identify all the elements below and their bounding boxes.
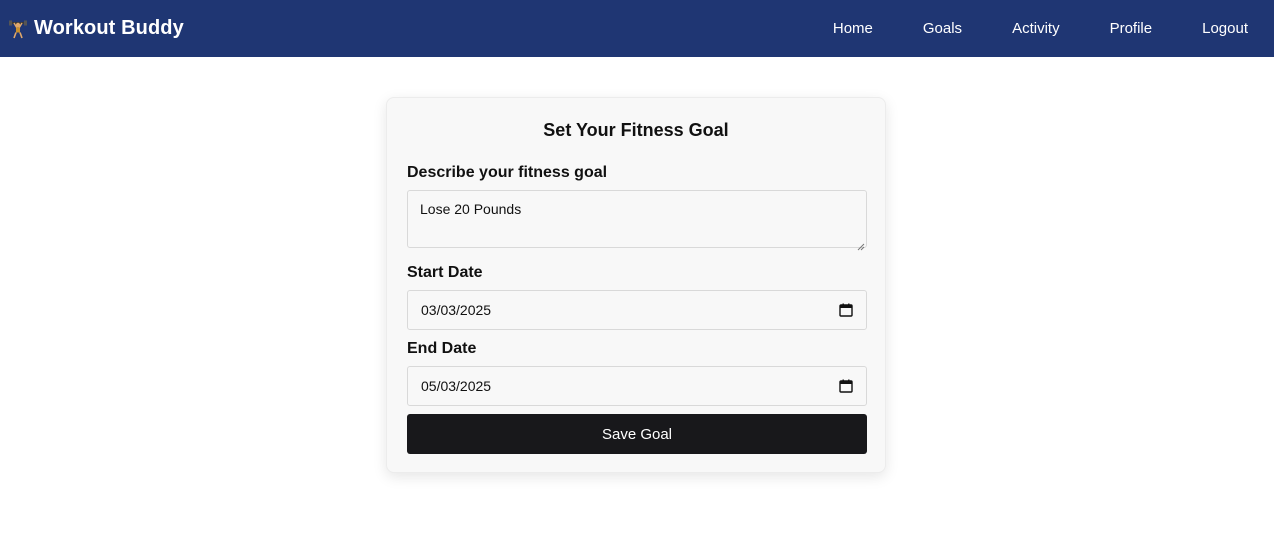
end-date-label: End Date [407, 340, 477, 357]
save-goal-button[interactable]: Save Goal [407, 414, 867, 454]
weightlifter-icon [8, 19, 28, 39]
nav-home[interactable]: Home [833, 0, 873, 57]
resize-handle-icon[interactable] [857, 238, 865, 251]
calendar-icon[interactable] [839, 379, 853, 393]
form-title: Set Your Fitness Goal [543, 120, 729, 140]
start-date-input[interactable]: 03/03/2025 [407, 290, 867, 330]
start-date-label: Start Date [407, 264, 483, 281]
nav-profile[interactable]: Profile [1110, 0, 1153, 57]
goal-description-textarea[interactable]: Lose 20 Pounds [407, 190, 867, 251]
nav-activity[interactable]: Activity [1012, 0, 1060, 57]
top-navbar: Workout Buddy Home Goals Activity Profil… [0, 0, 1274, 57]
end-date-input[interactable]: 05/03/2025 [407, 366, 867, 406]
brand-name: Workout Buddy [34, 17, 184, 39]
nav-goals[interactable]: Goals [923, 0, 962, 57]
calendar-icon[interactable] [839, 303, 853, 317]
start-date-value: 03/03/2025 [421, 302, 492, 318]
nav-links: Home Goals Activity Profile Logout [833, 0, 1248, 57]
goal-form-card: Set Your Fitness Goal Describe your fitn… [386, 97, 886, 473]
nav-logout[interactable]: Logout [1202, 0, 1248, 57]
goal-description-label: Describe your fitness goal [407, 164, 608, 181]
brand[interactable]: Workout Buddy [8, 0, 184, 57]
end-date-value: 05/03/2025 [421, 378, 492, 394]
goal-description-value: Lose 20 Pounds [420, 201, 522, 217]
